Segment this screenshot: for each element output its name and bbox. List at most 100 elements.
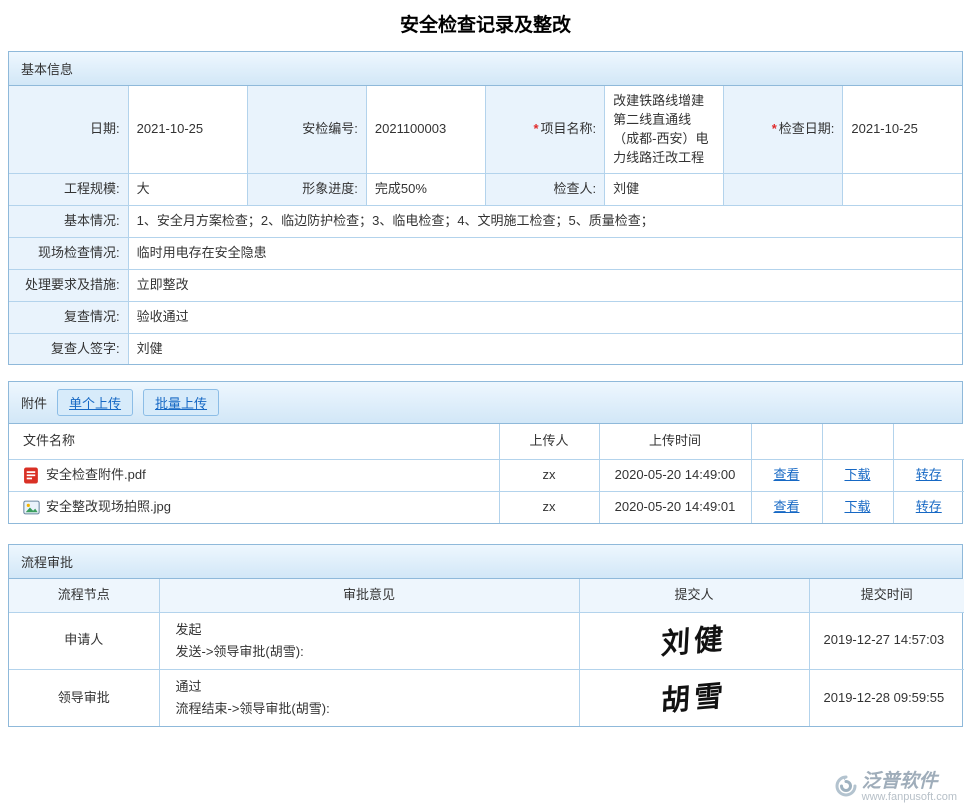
inspector-label: 检查人: <box>486 174 605 206</box>
attachments-table: 文件名称 上传人 上传时间 安全检查附件.pdf zx 2020-0 <box>9 424 964 523</box>
col-submitter: 提交人 <box>579 579 809 612</box>
scale-label: 工程规模: <box>9 174 128 206</box>
progress-label: 形象进度: <box>247 174 366 206</box>
recheck-sign-label: 复查人签字: <box>9 333 128 364</box>
date-label: 日期: <box>9 86 128 174</box>
scale-value: 大 <box>128 174 247 206</box>
date-value: 2021-10-25 <box>128 86 247 174</box>
page: 安全检查记录及整改 基本信息 日期: 2021-10-25 安检编号: 2021… <box>0 10 971 727</box>
submitter-signature: 刘健 <box>660 617 728 665</box>
inspection-no-value: 2021100003 <box>366 86 485 174</box>
approval-opinion: 通过 流程结束->领导审批(胡雪): <box>168 676 571 720</box>
col-action-1 <box>751 424 822 459</box>
submitter-signature: 胡雪 <box>660 674 728 722</box>
recheck-label: 复查情况: <box>9 301 128 333</box>
file-row: 安全检查附件.pdf zx 2020-05-20 14:49:00 查看 下载 … <box>9 460 964 492</box>
opinion-line: 发送->领导审批(胡雪): <box>176 641 571 663</box>
required-marker: * <box>533 121 538 136</box>
check-date-value: 2021-10-25 <box>843 86 962 174</box>
file-name: 安全检查附件.pdf <box>46 466 146 485</box>
col-action-2 <box>822 424 893 459</box>
basic-info-panel: 基本信息 日期: 2021-10-25 安检编号: 2021100003 *项目… <box>8 51 963 365</box>
submit-time: 2019-12-27 14:57:03 <box>809 612 964 669</box>
col-upload-time: 上传时间 <box>599 424 751 459</box>
project-name-value: 改建铁路线增建第二线直通线（成都-西安）电力线路迁改工程 <box>605 86 724 174</box>
approval-table: 流程节点 审批意见 提交人 提交时间 申请人 发起 发送->领导审批(胡雪): … <box>9 579 964 726</box>
file-name: 安全整改现场拍照.jpg <box>46 498 171 517</box>
approval-panel: 流程审批 流程节点 审批意见 提交人 提交时间 申请人 发起 发送->领导审批(… <box>8 544 963 727</box>
file-name-cell: 安全整改现场拍照.jpg <box>17 498 491 517</box>
col-file-name: 文件名称 <box>9 424 499 459</box>
empty-label-cell <box>724 174 843 206</box>
save-as-link[interactable]: 转存 <box>916 499 942 514</box>
view-link[interactable]: 查看 <box>773 467 799 482</box>
basic-row-site-check: 现场检查情况: 临时用电存在安全隐患 <box>9 238 962 270</box>
file-uploader: zx <box>499 492 599 523</box>
basic-info-table: 日期: 2021-10-25 安检编号: 2021100003 *项目名称: 改… <box>9 86 962 364</box>
attachments-header: 附件 单个上传 批量上传 <box>9 382 962 424</box>
basic-row-situation: 基本情况: 1、安全月方案检查；2、临边防护检查；3、临电检查；4、文明施工检查… <box>9 206 962 238</box>
basic-row-1: 日期: 2021-10-25 安检编号: 2021100003 *项目名称: 改… <box>9 86 962 174</box>
measures-value: 立即整改 <box>128 269 962 301</box>
basic-info-header-label: 基本信息 <box>21 59 73 78</box>
file-upload-time: 2020-05-20 14:49:01 <box>599 492 751 523</box>
attachments-header-label: 附件 <box>21 393 47 412</box>
download-link[interactable]: 下载 <box>844 499 870 514</box>
approval-row: 领导审批 通过 流程结束->领导审批(胡雪): 胡雪 2019-12-28 09… <box>9 670 964 727</box>
approval-row: 申请人 发起 发送->领导审批(胡雪): 刘健 2019-12-27 14:57… <box>9 612 964 669</box>
basic-row-recheck: 复查情况: 验收通过 <box>9 301 962 333</box>
required-marker: * <box>772 121 777 136</box>
progress-value: 完成50% <box>366 174 485 206</box>
recheck-sign-value: 刘健 <box>128 333 962 364</box>
flow-node: 领导审批 <box>9 670 159 727</box>
vendor-url: www.fanpusoft.com <box>862 791 957 803</box>
file-row: 安全整改现场拍照.jpg zx 2020-05-20 14:49:01 查看 下… <box>9 492 964 523</box>
submit-time: 2019-12-28 09:59:55 <box>809 670 964 727</box>
vendor-brand: 泛普软件 <box>862 772 957 791</box>
col-uploader: 上传人 <box>499 424 599 459</box>
opinion-line: 流程结束->领导审批(胡雪): <box>176 698 571 720</box>
col-opinion: 审批意见 <box>159 579 579 612</box>
basic-situation-value: 1、安全月方案检查；2、临边防护检查；3、临电检查；4、文明施工检查；5、质量检… <box>128 206 962 238</box>
recheck-value: 验收通过 <box>128 301 962 333</box>
basic-row-2: 工程规模: 大 形象进度: 完成50% 检查人: 刘健 <box>9 174 962 206</box>
single-upload-button[interactable]: 单个上传 <box>57 389 133 416</box>
check-date-label: *检查日期: <box>724 86 843 174</box>
vendor-watermark: 泛普软件 www.fanpusoft.com <box>830 770 961 805</box>
inspector-value: 刘健 <box>605 174 724 206</box>
save-as-link[interactable]: 转存 <box>916 467 942 482</box>
approval-header: 流程审批 <box>9 545 962 579</box>
vendor-text: 泛普软件 www.fanpusoft.com <box>862 772 957 803</box>
attachments-panel: 附件 单个上传 批量上传 文件名称 上传人 上传时间 <box>8 381 963 524</box>
vendor-logo-icon <box>834 774 858 801</box>
site-check-value: 临时用电存在安全隐患 <box>128 238 962 270</box>
site-check-label: 现场检查情况: <box>9 238 128 270</box>
opinion-line: 发起 <box>176 619 571 641</box>
approval-opinion: 发起 发送->领导审批(胡雪): <box>168 619 571 663</box>
file-upload-time: 2020-05-20 14:49:00 <box>599 460 751 492</box>
attachments-header-row: 文件名称 上传人 上传时间 <box>9 424 964 459</box>
file-uploader: zx <box>499 460 599 492</box>
pdf-file-icon <box>23 467 40 484</box>
basic-info-header: 基本信息 <box>9 52 962 86</box>
batch-upload-button[interactable]: 批量上传 <box>143 389 219 416</box>
file-name-cell: 安全检查附件.pdf <box>17 466 491 485</box>
inspection-no-label: 安检编号: <box>247 86 366 174</box>
basic-row-recheck-sign: 复查人签字: 刘健 <box>9 333 962 364</box>
opinion-line: 通过 <box>176 676 571 698</box>
empty-value-cell <box>843 174 962 206</box>
download-link[interactable]: 下载 <box>844 467 870 482</box>
col-action-3 <box>893 424 964 459</box>
col-submit-time: 提交时间 <box>809 579 964 612</box>
view-link[interactable]: 查看 <box>773 499 799 514</box>
approval-header-row: 流程节点 审批意见 提交人 提交时间 <box>9 579 964 612</box>
basic-row-measures: 处理要求及措施: 立即整改 <box>9 269 962 301</box>
image-file-icon <box>23 499 40 516</box>
flow-node: 申请人 <box>9 612 159 669</box>
page-title: 安全检查记录及整改 <box>8 10 963 37</box>
approval-header-label: 流程审批 <box>21 552 73 571</box>
basic-situation-label: 基本情况: <box>9 206 128 238</box>
project-name-label: *项目名称: <box>486 86 605 174</box>
col-flow-node: 流程节点 <box>9 579 159 612</box>
measures-label: 处理要求及措施: <box>9 269 128 301</box>
